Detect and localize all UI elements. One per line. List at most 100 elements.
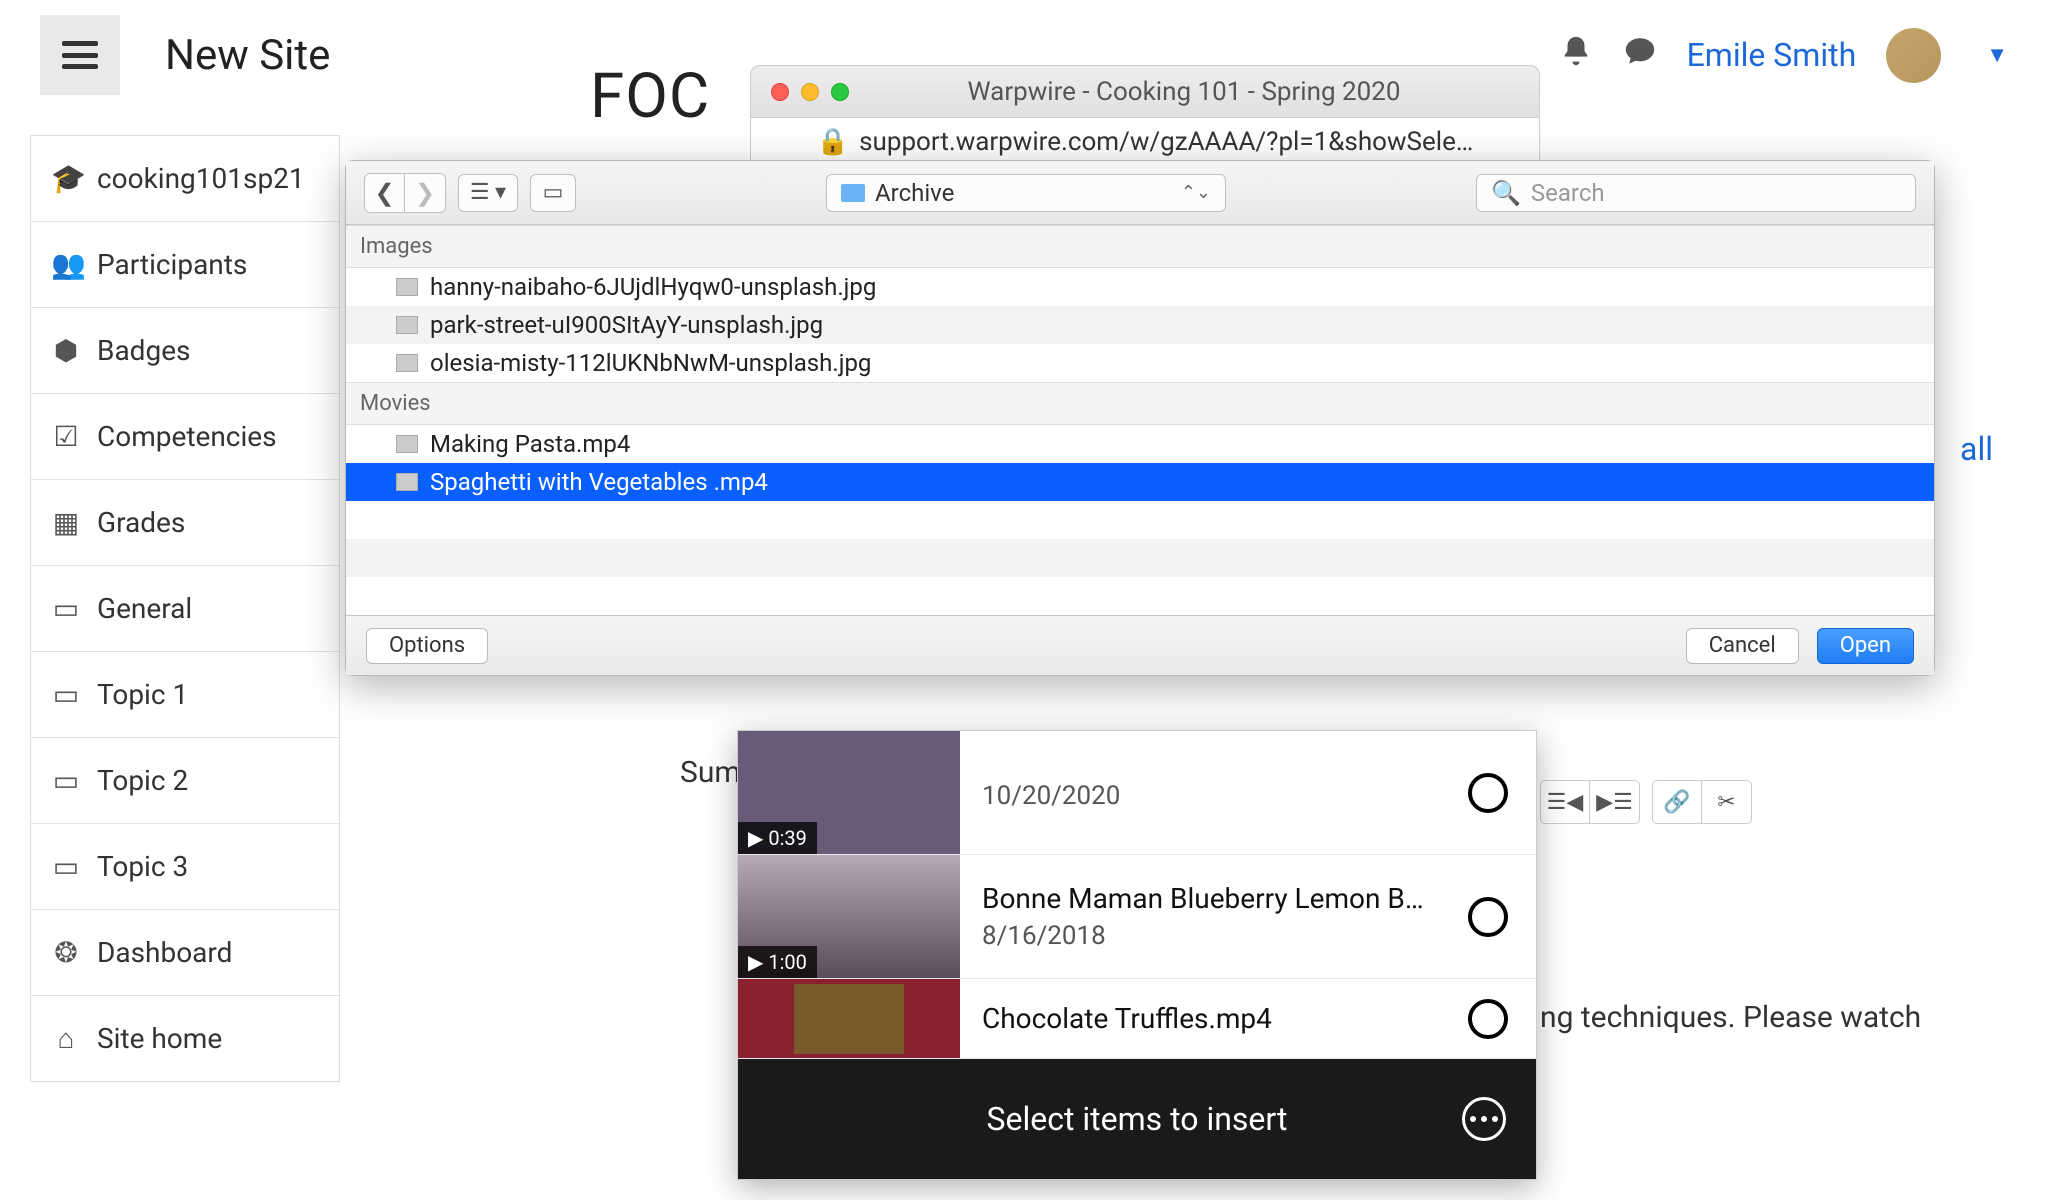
media-item[interactable]: Chocolate Truffles.mp4 — [738, 979, 1536, 1059]
folder-icon — [841, 184, 865, 202]
maximize-window-icon[interactable] — [831, 83, 849, 101]
link-button[interactable]: 🔗 — [1652, 780, 1702, 824]
sidebar-item-label: Badges — [97, 334, 191, 367]
outdent-button[interactable]: ☰◀ — [1540, 780, 1590, 824]
file-row[interactable]: hanny-naibaho-6JUjdlHyqw0-unsplash.jpg — [346, 268, 1934, 306]
sidebar-item-grades[interactable]: ▦ Grades — [31, 480, 339, 566]
view-mode-button[interactable]: ☰ ▾ — [458, 174, 518, 212]
search-input[interactable]: 🔍 Search — [1476, 174, 1916, 212]
media-date: 10/20/2020 — [982, 781, 1446, 811]
sidebar-item-site-home[interactable]: ⌂Site home — [31, 996, 339, 1081]
sidebar-item-label: Topic 1 — [97, 678, 188, 711]
more-menu-button[interactable] — [1462, 1097, 1506, 1141]
shield-icon: ⬢ — [51, 334, 81, 367]
course-sidebar: 🎓cooking101sp21 👥Participants ⬢ Badges ☑ C… — [30, 135, 340, 1082]
user-name-link[interactable]: Emile Smith — [1687, 36, 1857, 74]
grid-icon: ▦ — [51, 506, 81, 539]
image-thumb-icon — [396, 354, 418, 372]
hamburger-icon — [62, 41, 98, 69]
close-window-icon[interactable] — [771, 83, 789, 101]
indent-button[interactable]: ▶☰ — [1590, 780, 1640, 824]
body-text-fragment: ng techniques. Please watch — [1540, 1000, 1921, 1035]
user-menu-caret-icon[interactable]: ▼ — [1986, 42, 2008, 68]
messages-icon[interactable] — [1623, 34, 1657, 77]
media-title: Bonne Maman Blueberry Lemon B… — [982, 882, 1446, 915]
folder-icon: ▭ — [51, 850, 81, 883]
file-name: park-street-uI900SItAyY-unsplash.jpg — [430, 311, 823, 339]
sidebar-item-general[interactable]: ▭ General — [31, 566, 339, 652]
file-row-empty — [346, 577, 1934, 615]
media-picker-footer: Select items to insert — [738, 1059, 1536, 1179]
file-row[interactable]: park-street-uI900SItAyY-unsplash.jpg — [346, 306, 1934, 344]
sidebar-item-label: Topic 2 — [97, 764, 188, 797]
summary-label-partial: Sum — [680, 755, 741, 790]
updown-icon: ⌃⌄ — [1181, 182, 1211, 203]
warpwire-popup-window: Warpwire - Cooking 101 - Spring 2020 🔒 s… — [750, 65, 1540, 167]
site-title: New Site — [165, 31, 330, 80]
group-images-label: Images — [346, 225, 1934, 268]
location-dropdown[interactable]: Archive ⌃⌄ — [826, 174, 1226, 212]
file-row-empty — [346, 501, 1934, 539]
sidebar-item-dashboard[interactable]: ❂Dashboard — [31, 910, 339, 996]
url-text: support.warpwire.com/w/gzAAAA/?pl=1&show… — [859, 127, 1473, 157]
select-radio[interactable] — [1468, 773, 1508, 813]
cancel-button[interactable]: Cancel — [1686, 628, 1799, 664]
file-name: Spaghetti with Vegetables .mp4 — [430, 468, 768, 496]
duration-badge: ▶ 1:00 — [738, 946, 817, 978]
file-open-dialog: ❮ ❯ ☰ ▾ ▭ Archive ⌃⌄ 🔍 Search Images han… — [345, 160, 1935, 676]
check-square-icon: ☑ — [51, 420, 81, 453]
media-date: 8/16/2018 — [982, 921, 1446, 951]
lock-icon: 🔒 — [817, 127, 849, 157]
unlink-button[interactable]: ✂ — [1702, 780, 1752, 824]
sidebar-item-course[interactable]: 🎓cooking101sp21 — [31, 136, 339, 222]
sidebar-item-topic-1[interactable]: ▭ Topic 1 — [31, 652, 339, 738]
video-thumb-icon — [396, 435, 418, 453]
sidebar-item-label: Topic 3 — [97, 850, 188, 883]
folder-up-button[interactable]: ▭ — [530, 174, 576, 212]
footer-text: Select items to insert — [987, 1100, 1288, 1138]
sidebar-item-label: Participants — [97, 248, 247, 281]
folder-icon: ▭ — [51, 592, 81, 625]
options-button[interactable]: Options — [366, 628, 488, 664]
search-icon: 🔍 — [1491, 179, 1521, 207]
sidebar-item-badges[interactable]: ⬢ Badges — [31, 308, 339, 394]
folder-icon: ▭ — [51, 678, 81, 711]
sidebar-item-topic-2[interactable]: ▭ Topic 2 — [31, 738, 339, 824]
sidebar-item-label: General — [97, 592, 192, 625]
user-avatar[interactable] — [1886, 28, 1941, 83]
sidebar-item-label: Grades — [97, 506, 185, 539]
folder-icon: ▭ — [51, 764, 81, 797]
sidebar-item-label: Competencies — [97, 420, 277, 453]
sidebar-item-label: cooking101sp21 — [97, 162, 305, 195]
file-row[interactable]: olesia-misty-112lUKNbNwM-unsplash.jpg — [346, 344, 1934, 382]
link-all[interactable]: all — [1960, 430, 1993, 468]
media-thumbnail — [738, 979, 960, 1058]
open-button[interactable]: Open — [1817, 628, 1914, 664]
media-title: Chocolate Truffles.mp4 — [982, 1002, 1446, 1035]
media-item[interactable]: ▶ 1:00 Bonne Maman Blueberry Lemon B… 8/1… — [738, 855, 1536, 979]
minimize-window-icon[interactable] — [801, 83, 819, 101]
forward-button[interactable]: ❯ — [405, 174, 445, 212]
select-radio[interactable] — [1468, 999, 1508, 1039]
image-thumb-icon — [396, 278, 418, 296]
media-item[interactable]: ▶ 0:39 10/20/2020 — [738, 731, 1536, 855]
back-button[interactable]: ❮ — [365, 174, 405, 212]
notifications-icon[interactable] — [1559, 34, 1593, 77]
select-radio[interactable] — [1468, 897, 1508, 937]
file-row-selected[interactable]: Spaghetti with Vegetables .mp4 — [346, 463, 1934, 501]
sidebar-item-topic-3[interactable]: ▭ Topic 3 — [31, 824, 339, 910]
menu-toggle-button[interactable] — [40, 15, 120, 95]
search-placeholder: Search — [1531, 179, 1605, 207]
file-name: olesia-misty-112lUKNbNwM-unsplash.jpg — [430, 349, 871, 377]
sidebar-item-participants[interactable]: 👥Participants — [31, 222, 339, 308]
group-movies-label: Movies — [346, 382, 1934, 425]
file-row-empty — [346, 539, 1934, 577]
duration-badge: ▶ 0:39 — [738, 822, 817, 854]
file-row[interactable]: Making Pasta.mp4 — [346, 425, 1934, 463]
sidebar-item-competencies[interactable]: ☑ Competencies — [31, 394, 339, 480]
video-thumb-icon — [396, 473, 418, 491]
media-thumbnail: ▶ 1:00 — [738, 855, 960, 978]
location-label: Archive — [875, 179, 954, 207]
address-bar[interactable]: 🔒 support.warpwire.com/w/gzAAAA/?pl=1&sh… — [751, 118, 1539, 166]
file-name: hanny-naibaho-6JUjdlHyqw0-unsplash.jpg — [430, 273, 876, 301]
